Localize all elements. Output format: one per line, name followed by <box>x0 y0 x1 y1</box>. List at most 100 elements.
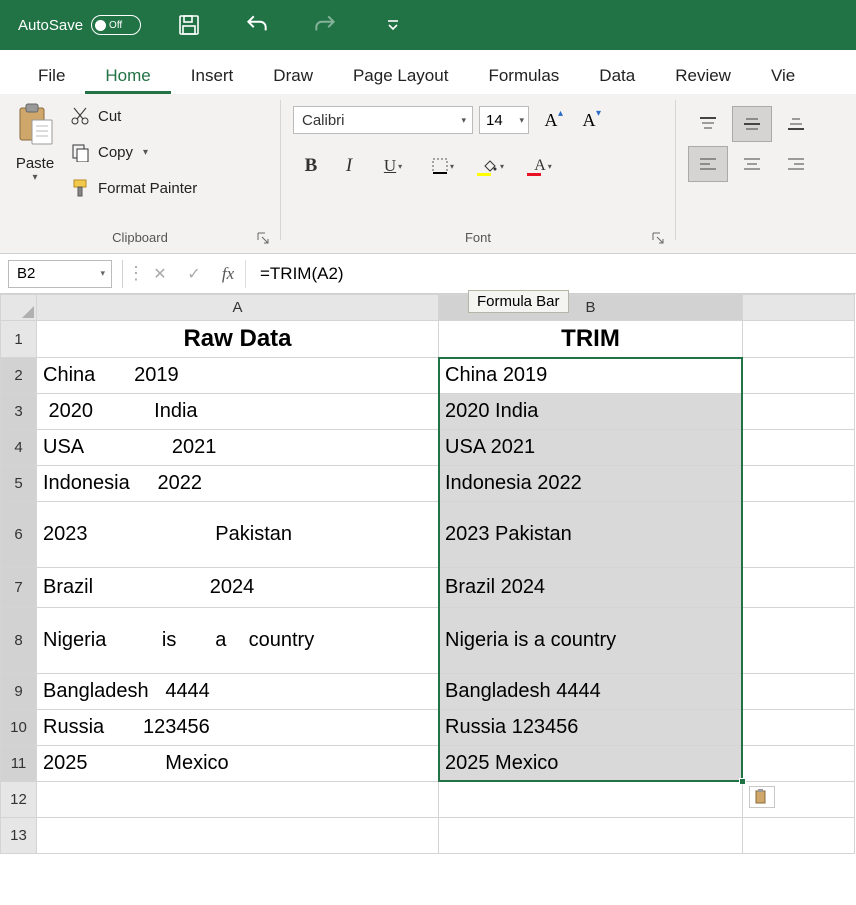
row-header[interactable]: 1 <box>1 321 37 358</box>
italic-button[interactable]: I <box>331 152 367 180</box>
cell-A7[interactable]: Brazil 2024 <box>37 568 439 608</box>
cell-A9[interactable]: Bangladesh 4444 <box>37 674 439 710</box>
undo-icon[interactable] <box>237 5 277 45</box>
underline-button[interactable]: U▾ <box>369 152 417 180</box>
align-left-button[interactable] <box>688 146 728 182</box>
cell[interactable] <box>37 782 439 818</box>
tab-formulas[interactable]: Formulas <box>468 56 579 94</box>
cell[interactable] <box>439 818 743 854</box>
tab-review[interactable]: Review <box>655 56 751 94</box>
align-middle-button[interactable] <box>732 106 772 142</box>
cell[interactable] <box>743 502 855 568</box>
format-painter-button[interactable]: Format Painter <box>70 174 197 202</box>
cell[interactable] <box>439 782 743 818</box>
row-header[interactable]: 2 <box>1 358 37 394</box>
cancel-formula-icon[interactable]: ✕ <box>143 264 177 284</box>
cell-B9[interactable]: Bangladesh 4444 <box>439 674 743 710</box>
row-header[interactable]: 3 <box>1 394 37 430</box>
font-name-selector[interactable]: Calibri ▾ <box>293 106 473 134</box>
font-color-button[interactable]: A ▾ <box>519 152 567 180</box>
autosave-switch[interactable]: Off <box>91 15 141 35</box>
cell-A2[interactable]: China 2019 <box>37 358 439 394</box>
cell-B5[interactable]: Indonesia 2022 <box>439 466 743 502</box>
cell-A1[interactable]: Raw Data <box>37 321 439 358</box>
cell[interactable] <box>743 674 855 710</box>
cell-A11[interactable]: 2025 Mexico <box>37 746 439 782</box>
cell-B4[interactable]: USA 2021 <box>439 430 743 466</box>
cell[interactable] <box>743 568 855 608</box>
cell[interactable] <box>743 710 855 746</box>
cell-A5[interactable]: Indonesia 2022 <box>37 466 439 502</box>
cell-B3[interactable]: 2020 India <box>439 394 743 430</box>
fill-handle[interactable] <box>739 778 746 785</box>
align-right-button[interactable] <box>776 146 816 182</box>
align-center-button[interactable] <box>732 146 772 182</box>
redo-icon[interactable] <box>305 5 345 45</box>
row-header[interactable]: 6 <box>1 502 37 568</box>
row-header[interactable]: 8 <box>1 608 37 674</box>
increase-font-size-button[interactable]: A▴ <box>535 106 567 134</box>
enter-formula-icon[interactable]: ✓ <box>177 264 211 284</box>
copy-button[interactable]: Copy ▾ <box>70 138 197 166</box>
font-size-selector[interactable]: 14 ▾ <box>479 106 529 134</box>
fill-color-button[interactable]: ▾ <box>469 152 517 180</box>
tab-page-layout[interactable]: Page Layout <box>333 56 468 94</box>
cell[interactable] <box>743 321 855 358</box>
cell-A8[interactable]: Nigeria is a country <box>37 608 439 674</box>
row-header[interactable]: 10 <box>1 710 37 746</box>
bold-button[interactable]: B <box>293 152 329 180</box>
tab-draw[interactable]: Draw <box>253 56 333 94</box>
tab-home[interactable]: Home <box>85 56 170 94</box>
column-header-A[interactable]: A <box>37 295 439 321</box>
cell-B2[interactable]: China 2019 <box>439 358 743 394</box>
cell[interactable] <box>743 430 855 466</box>
cell[interactable] <box>743 818 855 854</box>
expand-dots-icon[interactable]: ⋮ <box>127 263 143 284</box>
cell-B8[interactable]: Nigeria is a country <box>439 608 743 674</box>
cell-B7[interactable]: Brazil 2024 <box>439 568 743 608</box>
clipboard-launcher-icon[interactable] <box>256 231 270 245</box>
cell-B1[interactable]: TRIM <box>439 321 743 358</box>
paste-dropdown-icon[interactable]: ▾ <box>32 172 37 183</box>
tab-file[interactable]: File <box>18 56 85 94</box>
spreadsheet-grid[interactable]: A B 1 Raw Data TRIM 2China 2019China 201… <box>0 294 856 854</box>
row-header[interactable]: 11 <box>1 746 37 782</box>
cell-A10[interactable]: Russia 123456 <box>37 710 439 746</box>
decrease-font-size-button[interactable]: A▾ <box>573 106 605 134</box>
cell-B11[interactable]: 2025 Mexico <box>439 746 743 782</box>
paste-button[interactable]: Paste ▾ <box>12 102 66 202</box>
cell-A3[interactable]: 2020 India <box>37 394 439 430</box>
tab-view[interactable]: Vie <box>751 56 815 94</box>
row-header[interactable]: 13 <box>1 818 37 854</box>
row-header[interactable]: 4 <box>1 430 37 466</box>
insert-function-icon[interactable]: fx <box>211 264 245 284</box>
paste-options-button[interactable] <box>749 786 775 808</box>
column-header-empty[interactable] <box>743 295 855 321</box>
formula-bar-input[interactable]: =TRIM(A2) <box>245 260 856 288</box>
cell[interactable] <box>743 746 855 782</box>
borders-button[interactable]: ▾ <box>419 152 467 180</box>
font-launcher-icon[interactable] <box>651 231 665 245</box>
save-icon[interactable] <box>169 5 209 45</box>
select-all-corner[interactable] <box>1 295 37 321</box>
cell-B10[interactable]: Russia 123456 <box>439 710 743 746</box>
cell-A4[interactable]: USA 2021 <box>37 430 439 466</box>
cell[interactable] <box>743 466 855 502</box>
align-top-button[interactable] <box>688 106 728 142</box>
cut-button[interactable]: Cut <box>70 102 197 130</box>
qat-customize-icon[interactable] <box>373 5 413 45</box>
tab-data[interactable]: Data <box>579 56 655 94</box>
copy-dropdown-icon[interactable]: ▾ <box>143 147 148 158</box>
row-header[interactable]: 5 <box>1 466 37 502</box>
cell[interactable] <box>743 394 855 430</box>
row-header[interactable]: 7 <box>1 568 37 608</box>
cell-B6[interactable]: 2023 Pakistan <box>439 502 743 568</box>
cell-A6[interactable]: 2023 Pakistan <box>37 502 439 568</box>
row-header[interactable]: 12 <box>1 782 37 818</box>
tab-insert[interactable]: Insert <box>171 56 254 94</box>
name-box[interactable]: B2 ▾ <box>8 260 112 288</box>
align-bottom-button[interactable] <box>776 106 816 142</box>
cell[interactable] <box>743 608 855 674</box>
autosave-toggle[interactable]: AutoSave Off <box>18 15 141 35</box>
row-header[interactable]: 9 <box>1 674 37 710</box>
